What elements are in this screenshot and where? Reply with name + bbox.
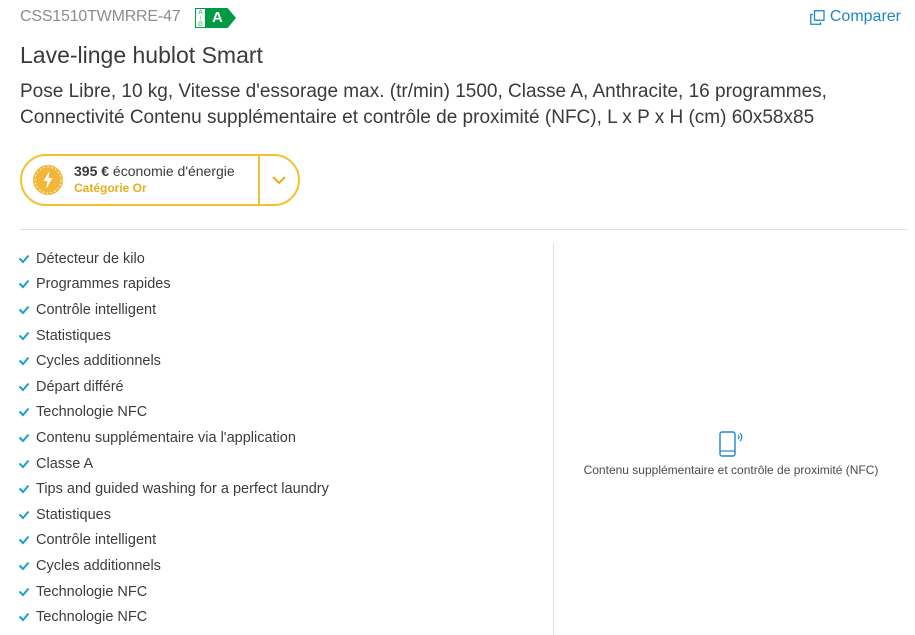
feature-label: Contrôle intelligent	[36, 301, 157, 318]
feature-label: Technologie NFC	[36, 583, 148, 600]
energy-saving-amount: 395 €	[74, 163, 110, 179]
feature-item: Cycles additionnels	[18, 553, 329, 579]
expand-toggle-button[interactable]	[260, 156, 298, 204]
check-icon	[18, 254, 30, 264]
feature-item: Contrôle intelligent	[18, 528, 329, 554]
check-icon	[18, 561, 30, 571]
check-icon	[18, 612, 30, 622]
check-icon	[18, 357, 30, 366]
check-icon	[18, 484, 30, 494]
feature-item: Cycles additionnels	[18, 348, 329, 374]
feature-label: Contrôle intelligent	[36, 532, 157, 549]
feature-item: Classe A	[18, 451, 329, 477]
feature-label: Contenu supplémentaire via l'application	[36, 429, 296, 446]
feature-label: Statistiques	[36, 506, 111, 523]
energy-scale-icon: A ↑ G	[195, 8, 206, 28]
check-icon	[18, 510, 30, 520]
energy-class: A	[206, 8, 236, 28]
check-icon	[18, 280, 30, 289]
feature-label: Classe A	[36, 455, 94, 472]
feature-item: Détecteur de kilo	[18, 246, 329, 272]
compare-icon	[809, 9, 825, 25]
check-icon	[18, 331, 30, 341]
smartphone-nfc-icon	[719, 431, 743, 457]
check-icon	[18, 305, 30, 315]
feature-label: Technologie NFC	[36, 609, 148, 626]
feature-label: Détecteur de kilo	[36, 250, 145, 267]
check-icon	[18, 587, 30, 596]
feature-label: Cycles additionnels	[36, 557, 161, 574]
feature-item: Technologie NFC	[18, 604, 329, 630]
check-icon	[18, 459, 30, 469]
product-title: Lave-linge hublot Smart	[20, 42, 263, 68]
feature-item: Contenu supplémentaire via l'application	[18, 425, 329, 451]
chevron-down-icon	[272, 176, 286, 185]
feature-item: Contrôle intelligent	[18, 297, 329, 323]
check-icon	[18, 408, 30, 417]
energy-saving-card: 395 € économie d'énergie Catégorie Or	[20, 154, 300, 206]
energy-saving-label: économie d'énergie	[109, 163, 235, 179]
feature-item: Technologie NFC	[18, 400, 329, 426]
feature-label: Cycles additionnels	[36, 353, 161, 370]
feature-list: Détecteur de kilo Programmes rapides Contr…	[18, 246, 329, 630]
check-icon	[18, 433, 30, 443]
feature-label: Technologie NFC	[36, 404, 148, 421]
compare-label: Comparer	[829, 8, 901, 25]
connectivity-label: Contenu supplémentaire et contrôle de pr…	[583, 463, 879, 477]
connectivity-info: Contenu supplémentaire et contrôle de pr…	[554, 430, 908, 477]
feature-label: Statistiques	[36, 327, 111, 344]
energy-label-badge[interactable]: A ↑ G A	[195, 7, 236, 29]
feature-item: Technologie NFC	[18, 579, 329, 605]
feature-label: Programmes rapides	[36, 276, 171, 293]
feature-item: Statistiques	[18, 323, 329, 349]
section-divider	[20, 229, 907, 230]
feature-label: Départ différé	[36, 378, 124, 395]
model-number: CSS1510TWMRRE-47	[20, 8, 181, 25]
feature-label: Tips and guided washing for a perfect la…	[36, 481, 329, 498]
feature-item: Statistiques	[18, 502, 329, 528]
compare-button[interactable]: Comparer	[809, 8, 901, 26]
feature-item: Tips and guided washing for a perfect la…	[18, 476, 329, 502]
product-description: Pose Libre, 10 kg, Vitesse d'essorage ma…	[20, 81, 827, 128]
lightning-icon	[33, 165, 63, 195]
header-row: CSS1510TWMRRE-47 A ↑ G A Comparer	[20, 7, 901, 31]
energy-saving-category: Catégorie Or	[74, 181, 147, 195]
check-icon	[18, 536, 30, 545]
check-icon	[18, 382, 30, 392]
energy-saving-text: 395 € économie d'énergie Catégorie Or	[74, 163, 235, 197]
feature-item: Départ différé	[18, 374, 329, 400]
feature-item: Programmes rapides	[18, 272, 329, 298]
